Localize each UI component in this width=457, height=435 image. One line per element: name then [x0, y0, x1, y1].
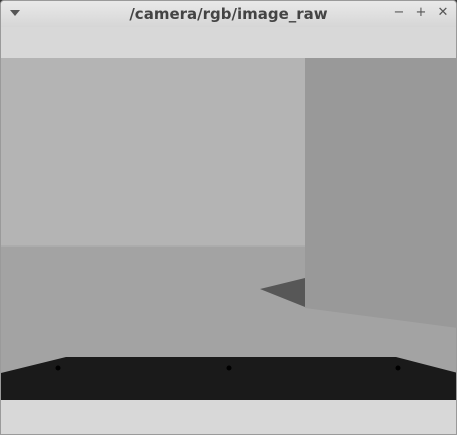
camera-image-view[interactable] — [1, 58, 456, 400]
window-title: /camera/rgb/image_raw — [129, 5, 328, 23]
title-bar[interactable]: /camera/rgb/image_raw − + ✕ — [1, 1, 456, 27]
image-viewer-window: /camera/rgb/image_raw − + ✕ — [0, 0, 457, 435]
close-button[interactable]: ✕ — [436, 6, 450, 20]
robot-base — [1, 357, 456, 400]
camera-image — [1, 58, 456, 400]
robot-bolt — [55, 365, 61, 371]
robot-bolt — [395, 365, 401, 371]
robot-bolt — [226, 365, 232, 371]
toolbar-area — [1, 27, 456, 59]
back-wall — [1, 58, 306, 246]
box-side-face — [305, 58, 456, 328]
status-area — [1, 400, 456, 434]
maximize-button[interactable]: + — [414, 6, 428, 20]
minimize-button[interactable]: − — [392, 6, 406, 20]
